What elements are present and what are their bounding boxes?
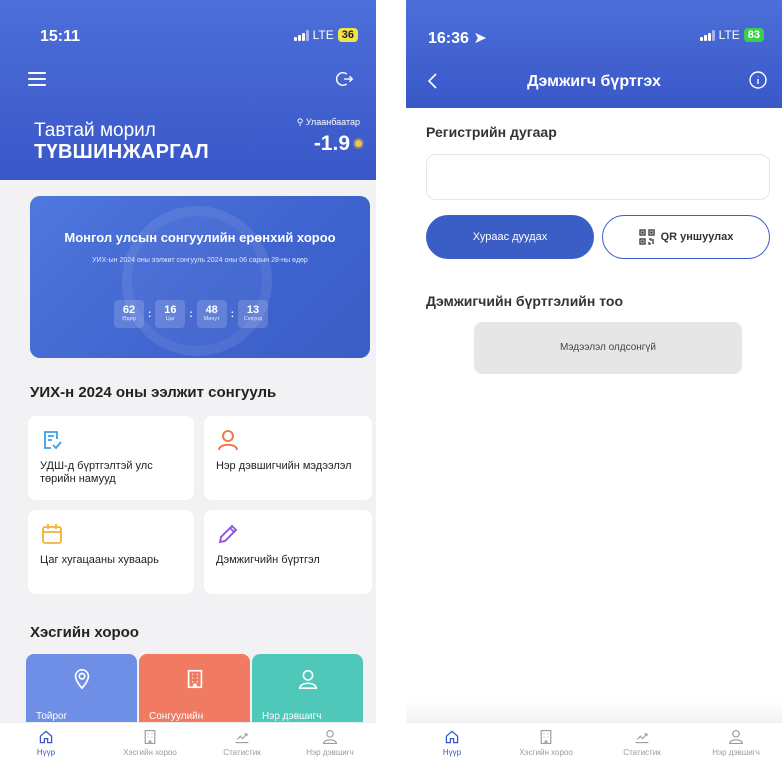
status-time: 16:36 ➤ (428, 30, 487, 47)
home-icon (39, 730, 53, 744)
building-icon (144, 730, 156, 744)
countdown-days: 62 Өдөр (114, 300, 144, 328)
person-icon (323, 730, 337, 744)
countdown: 62 Өдөр : 16 Цаг : 48 Минут : 13 Секунд (114, 300, 269, 328)
countdown-seconds: 13 Секунд (238, 300, 269, 328)
tab-candidates[interactable]: Нэр дэвшигч (696, 729, 776, 757)
tab-committee[interactable]: Хэсгийн хороо (506, 729, 586, 757)
calendar-icon (42, 524, 62, 544)
location-pin-icon (74, 669, 89, 690)
building-icon (187, 669, 202, 689)
sun-icon (355, 140, 362, 147)
menu-icon[interactable] (28, 72, 46, 86)
registration-label: Регистрийн дугаар (426, 124, 557, 140)
info-icon[interactable] (748, 70, 768, 90)
battery-level: 83 (743, 28, 764, 42)
user-name: ТҮВШИНЖАРГАЛ (34, 141, 209, 163)
weather-city: ⚲ Улаанбаатар (296, 117, 360, 127)
tab-statistics[interactable]: Статистик (602, 729, 682, 757)
tile-parties[interactable]: УДШ-д бүртгэлтэй улс төрийн намууд (28, 416, 194, 500)
home-screen: 15:11 LTE 36 Тавтай морил ТҮВШИНЖАРГАЛ ⚲… (0, 0, 376, 764)
section-title-committee: Хэсгийн хороо (30, 624, 139, 641)
pencil-icon (218, 524, 238, 544)
register-header: 16:36 ➤ LTE 83 Дэмжигч бүртгэх (406, 0, 782, 108)
document-check-icon (44, 431, 62, 450)
home-icon (445, 730, 459, 744)
countdown-hours: 16 Цаг (155, 300, 186, 328)
tab-statistics[interactable]: Статистик (202, 729, 282, 757)
location-arrow-icon: ➤ (473, 30, 487, 47)
tile-candidates[interactable]: Нэр дэвшигчийн мэдээлэл (204, 416, 372, 500)
home-header: 15:11 LTE 36 Тавтай морил ТҮВШИНЖАРГАЛ ⚲… (0, 0, 376, 180)
card-candidate[interactable]: Нэр дэвшигч (252, 654, 363, 724)
tab-committee[interactable]: Хэсгийн хороо (110, 729, 190, 757)
tab-home[interactable]: Нүүр (412, 729, 492, 757)
network-label: LTE (312, 28, 334, 42)
qr-code-icon (638, 229, 655, 245)
network-label: LTE (718, 28, 740, 42)
battery-level: 36 (337, 28, 358, 42)
person-icon (729, 730, 743, 744)
tile-label: Дэмжигчийн бүртгэл (216, 554, 320, 566)
section-title-election: УИХ-н 2024 оны ээлжит сонгууль (30, 384, 277, 401)
fetch-button[interactable]: Хурааc дуудах (426, 215, 594, 259)
person-icon (298, 669, 317, 689)
signal-icon (293, 29, 309, 41)
qr-scan-button[interactable]: QR уншуулах (602, 215, 770, 259)
tab-bar: Нүүр Хэсгийн хороо Статистик Нэр дэвшигч (406, 722, 782, 764)
status-time: 15:11 (40, 28, 81, 45)
emblem-watermark (122, 206, 272, 356)
card-constituency[interactable]: Тойрог (26, 654, 137, 724)
status-bar: 16:36 ➤ LTE 83 (406, 0, 782, 64)
logout-icon[interactable] (336, 70, 354, 88)
page-title: Дэмжигч бүртгэх (527, 73, 661, 90)
tab-home[interactable]: Нүүр (6, 729, 86, 757)
tab-candidates[interactable]: Нэр дэвшигч (290, 729, 370, 757)
committee-cards: Тойрог Сонгуулийн Нэр дэвшигч (26, 654, 365, 724)
election-banner[interactable]: Монгол улсын сонгуулийн ерөнхий хороо УИ… (30, 196, 370, 358)
supporter-register-screen: 16:36 ➤ LTE 83 Дэмжигч бүртгэх Регистрий… (406, 0, 782, 764)
tile-label: Нэр дэвшигчийн мэдээлэл (216, 460, 352, 472)
weather-temperature: -1.9 (313, 132, 350, 155)
tile-label: УДШ-д бүртгэлтэй улс төрийн намууд (40, 460, 153, 485)
card-election-office[interactable]: Сонгуулийн (139, 654, 250, 724)
status-bar: 15:11 LTE 36 (0, 0, 376, 64)
countdown-minutes: 48 Минут (196, 300, 227, 328)
empty-state: Мэдээлэл олдсонгүй (474, 322, 742, 374)
tile-schedule[interactable]: Цаг хугацааны хуваарь (28, 510, 194, 594)
banner-subtitle: УИХ-ын 2024 оны ээлжит сонгууль 2024 оны… (92, 257, 308, 264)
person-icon (218, 430, 238, 451)
chart-icon (235, 733, 249, 744)
registration-input[interactable] (426, 154, 770, 200)
greeting-text: Тавтай морил (34, 120, 156, 141)
chart-icon (635, 733, 649, 744)
banner-title: Монгол улсын сонгуулийн ерөнхий хороо (64, 230, 336, 245)
building-icon (540, 730, 552, 744)
signal-icon (699, 29, 715, 41)
tab-bar: Нүүр Хэсгийн хороо Статистик Нэр дэвшигч (0, 722, 376, 764)
tile-supporters[interactable]: Дэмжигчийн бүртгэл (204, 510, 372, 594)
tile-label: Цаг хугацааны хуваарь (40, 554, 159, 566)
location-icon: ⚲ (296, 117, 304, 127)
supporter-count-title: Дэмжигчийн бүртгэлийн тоо (426, 293, 624, 309)
